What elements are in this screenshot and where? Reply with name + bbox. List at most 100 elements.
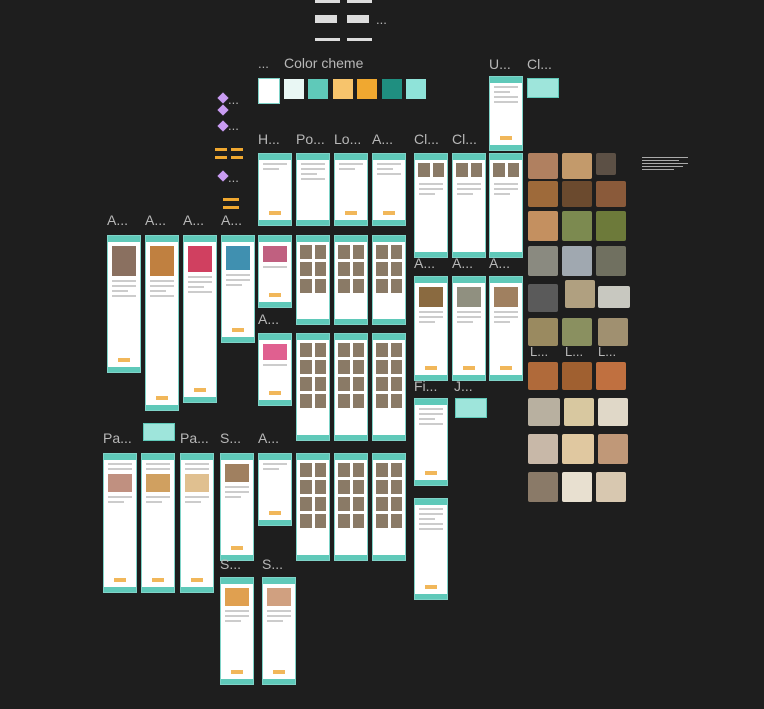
lo-frame[interactable] (334, 153, 368, 226)
photo-thumb[interactable] (596, 246, 626, 276)
photo-thumb[interactable] (562, 318, 592, 346)
cl-frame-c[interactable] (489, 153, 523, 258)
fi-frame[interactable] (414, 398, 448, 486)
swatch-5[interactable] (382, 79, 402, 99)
swatch-2[interactable] (308, 79, 328, 99)
comp-label-2: ... (228, 118, 239, 133)
pa-frame-1[interactable] (103, 453, 137, 593)
form-frame[interactable] (414, 498, 448, 600)
swatch-3[interactable] (333, 79, 353, 99)
cl-frame-a[interactable] (414, 153, 448, 258)
photo-thumb[interactable] (598, 286, 630, 308)
pa-popup-frame[interactable] (143, 423, 175, 441)
component-diamond-icon (217, 170, 229, 182)
photo-thumb[interactable] (596, 181, 626, 207)
photo-thumb[interactable] (596, 472, 626, 502)
a-frame[interactable] (372, 153, 406, 226)
a-mid-label-4: A... (258, 311, 280, 327)
pa-frame-2[interactable] (141, 453, 175, 593)
photo-thumb[interactable] (598, 318, 628, 346)
row-a-label-4: A... (221, 212, 243, 228)
photo-thumb[interactable] (598, 398, 628, 426)
po-label: Po... (296, 131, 325, 147)
a-bottom-label: A... (258, 430, 280, 446)
gallery-frame-5[interactable] (334, 333, 368, 441)
gallery-frame-9[interactable] (372, 453, 406, 561)
component-diamond-icon (217, 104, 229, 116)
photo-thumb[interactable] (528, 318, 558, 346)
lo-label: Lo... (334, 131, 362, 147)
gallery-frame-6[interactable] (372, 333, 406, 441)
gallery-frame-2[interactable] (334, 235, 368, 325)
photo-thumb[interactable] (528, 153, 558, 179)
row-a-label-1: A... (107, 212, 129, 228)
article-frame-2[interactable] (145, 235, 179, 411)
photo-thumb[interactable] (562, 246, 592, 276)
a-frame-mid[interactable] (258, 235, 292, 308)
a-label: A... (372, 131, 394, 147)
po-frame[interactable] (296, 153, 330, 226)
s-bottom-label-2: S... (262, 556, 284, 572)
detail-frame-1[interactable] (414, 276, 448, 381)
photo-thumb[interactable] (528, 472, 558, 502)
photo-thumb[interactable] (562, 434, 594, 464)
gallery-frame-8[interactable] (334, 453, 368, 561)
photo-thumb[interactable] (528, 211, 558, 241)
s-label: S... (220, 430, 242, 446)
photo-thumb[interactable] (565, 280, 595, 308)
photo-thumb[interactable] (562, 181, 592, 207)
component-diamond-icon (217, 92, 229, 104)
photo-thumb[interactable] (596, 211, 626, 241)
cl-frame-b[interactable] (452, 153, 486, 258)
detail-frame-3[interactable] (489, 276, 523, 381)
article-frame-4[interactable] (221, 235, 255, 343)
s-bottom-frame-2[interactable] (262, 577, 296, 685)
photo-thumb[interactable] (528, 362, 558, 390)
photo-thumb[interactable] (596, 153, 616, 175)
cl-frame-label: Cl... (527, 56, 552, 72)
photo-thumb[interactable] (562, 211, 592, 241)
gallery-frame-4[interactable] (296, 333, 330, 441)
color-note-frame[interactable] (258, 78, 280, 104)
photo-thumb[interactable] (528, 398, 560, 426)
photo-thumb[interactable] (598, 434, 628, 464)
photo-thumb[interactable] (562, 472, 592, 502)
article-frame-3[interactable] (183, 235, 217, 403)
j-popup-frame[interactable] (455, 398, 487, 418)
gallery-frame-7[interactable] (296, 453, 330, 561)
photo-thumb[interactable] (528, 181, 558, 207)
h-label: H... (258, 131, 280, 147)
top-comp-label: ... (376, 12, 387, 27)
a-bottom-frame[interactable] (258, 453, 292, 526)
swatch-6[interactable] (406, 79, 426, 99)
a-frame-mid-2[interactable] (258, 333, 292, 406)
u-frame[interactable] (489, 76, 523, 151)
cl-popup-frame[interactable] (527, 78, 559, 98)
row-a-label-3: A... (183, 212, 205, 228)
photo-thumb[interactable] (528, 246, 558, 276)
gallery-frame-1[interactable] (296, 235, 330, 325)
photo-thumb[interactable] (528, 284, 558, 312)
l-label-1: L... (530, 344, 549, 359)
detail-frame-2[interactable] (452, 276, 486, 381)
photo-thumb[interactable] (528, 434, 558, 464)
s-bottom-frame-1[interactable] (220, 577, 254, 685)
swatch-4[interactable] (357, 79, 377, 99)
swatch-1[interactable] (284, 79, 304, 99)
j-label: J... (454, 378, 473, 394)
h-frame[interactable] (258, 153, 292, 226)
l-label-3: L... (598, 344, 617, 359)
color-scheme-label: Color cheme (284, 55, 364, 71)
photo-thumb[interactable] (562, 153, 592, 179)
pa-frame-3[interactable] (180, 453, 214, 593)
top-component-strip (315, 0, 375, 45)
photo-thumb[interactable] (564, 398, 594, 426)
cl-label-2: Cl... (414, 131, 439, 147)
photo-thumb[interactable] (596, 362, 626, 390)
a-mid-label-1: A... (414, 255, 436, 271)
s-frame[interactable] (220, 453, 254, 561)
photo-thumb[interactable] (562, 362, 592, 390)
row-a-label-2: A... (145, 212, 167, 228)
gallery-frame-3[interactable] (372, 235, 406, 325)
article-frame-1[interactable] (107, 235, 141, 373)
